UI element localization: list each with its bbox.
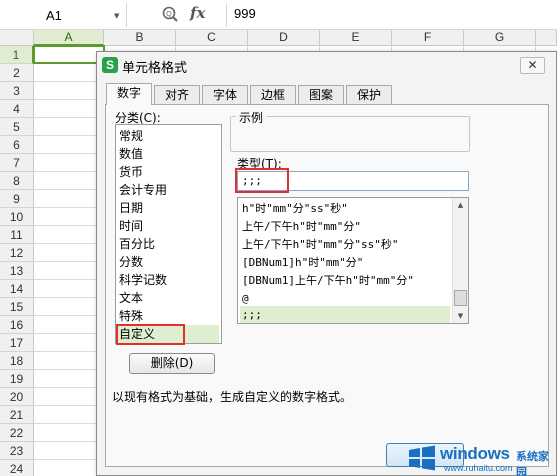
cell-reference[interactable]: A1 bbox=[46, 8, 62, 23]
tab-number[interactable]: 数字 bbox=[106, 83, 152, 105]
column-header-a[interactable]: A bbox=[34, 30, 104, 46]
watermark-url: www.ruhaitu.com bbox=[444, 463, 513, 473]
zoom-icon[interactable]: Q bbox=[162, 6, 178, 22]
row-header-8[interactable]: 8 bbox=[0, 172, 34, 190]
row-header-7[interactable]: 7 bbox=[0, 154, 34, 172]
tab-border[interactable]: 边框 bbox=[250, 85, 296, 104]
svg-text:Q: Q bbox=[166, 11, 172, 18]
row-header-6[interactable]: 6 bbox=[0, 136, 34, 154]
tab-font[interactable]: 字体 bbox=[202, 85, 248, 104]
watermark: windows 系统家园 www.ruhaitu.com bbox=[404, 436, 557, 476]
sample-label: 示例 bbox=[236, 109, 267, 126]
category-item[interactable]: 会计专用 bbox=[118, 181, 219, 199]
column-header-b[interactable]: B bbox=[104, 30, 176, 46]
active-cell[interactable] bbox=[33, 45, 105, 64]
row-header-3[interactable]: 3 bbox=[0, 82, 34, 100]
category-item[interactable]: 分数 bbox=[118, 253, 219, 271]
category-item[interactable]: 日期 bbox=[118, 199, 219, 217]
format-item[interactable]: 上午/下午h"时"mm"分" bbox=[240, 218, 450, 236]
row-header-5[interactable]: 5 bbox=[0, 118, 34, 136]
row-header-10[interactable]: 10 bbox=[0, 208, 34, 226]
number-tab-panel: 分类(C): 常规 数值 货币 会计专用 日期 时间 百分比 分数 科学记数 文… bbox=[105, 104, 549, 467]
row-header-13[interactable]: 13 bbox=[0, 262, 34, 280]
close-button[interactable]: ✕ bbox=[520, 57, 545, 74]
row-header-24[interactable]: 24 bbox=[0, 460, 34, 476]
category-item[interactable]: 数值 bbox=[118, 145, 219, 163]
row-header-2[interactable]: 2 bbox=[0, 64, 34, 82]
select-all-corner[interactable] bbox=[0, 30, 34, 46]
formula-input[interactable]: 999 bbox=[234, 6, 256, 21]
category-item[interactable]: 常规 bbox=[118, 127, 219, 145]
row-header-17[interactable]: 17 bbox=[0, 334, 34, 352]
column-header-f[interactable]: F bbox=[392, 30, 464, 46]
category-list[interactable]: 常规 数值 货币 会计专用 日期 时间 百分比 分数 科学记数 文本 特殊 自定… bbox=[115, 124, 222, 344]
type-input-highlight bbox=[235, 168, 289, 193]
column-header-d[interactable]: D bbox=[248, 30, 320, 46]
watermark-sub: 系统家园 bbox=[516, 450, 549, 476]
row-header-23[interactable]: 23 bbox=[0, 442, 34, 460]
row-header-14[interactable]: 14 bbox=[0, 280, 34, 298]
row-header-16[interactable]: 16 bbox=[0, 316, 34, 334]
format-list-scrollbar[interactable]: ▲ ▼ bbox=[452, 198, 468, 323]
function-icon[interactable]: fx bbox=[190, 4, 205, 22]
scroll-down-icon[interactable]: ▼ bbox=[453, 309, 468, 323]
column-header-e[interactable]: E bbox=[320, 30, 392, 46]
column-header-c[interactable]: C bbox=[176, 30, 248, 46]
format-list[interactable]: h"时"mm"分"ss"秒" 上午/下午h"时"mm"分" 上午/下午h"时"m… bbox=[237, 197, 469, 324]
tab-pattern[interactable]: 图案 bbox=[298, 85, 344, 104]
delete-button[interactable]: 删除(D) bbox=[129, 353, 215, 374]
scroll-thumb[interactable] bbox=[454, 290, 467, 306]
chevron-down-icon[interactable]: ▼ bbox=[114, 12, 119, 20]
row-header-20[interactable]: 20 bbox=[0, 388, 34, 406]
row-header-21[interactable]: 21 bbox=[0, 406, 34, 424]
dialog-title: 单元格格式 bbox=[122, 61, 188, 76]
dialog-titlebar[interactable]: S 单元格格式 ✕ bbox=[97, 52, 556, 79]
format-item-selected[interactable]: ;;; bbox=[240, 306, 450, 323]
category-item[interactable]: 特殊 bbox=[118, 307, 219, 325]
row-header-1[interactable]: 1 bbox=[0, 46, 34, 64]
column-header-partial[interactable] bbox=[536, 30, 557, 46]
category-item[interactable]: 百分比 bbox=[118, 235, 219, 253]
custom-category-highlight bbox=[116, 324, 185, 345]
row-header-18[interactable]: 18 bbox=[0, 352, 34, 370]
format-item[interactable]: [DBNum1]上午/下午h"时"mm"分" bbox=[240, 272, 450, 290]
watermark-brand: windows bbox=[440, 444, 510, 463]
category-item[interactable]: 文本 bbox=[118, 289, 219, 307]
row-header-11[interactable]: 11 bbox=[0, 226, 34, 244]
format-item[interactable]: 上午/下午h"时"mm"分"ss"秒" bbox=[240, 236, 450, 254]
wps-app-icon: S bbox=[102, 57, 118, 73]
row-header-9[interactable]: 9 bbox=[0, 190, 34, 208]
column-header-g[interactable]: G bbox=[464, 30, 536, 46]
formula-bar: A1 ▼ Q fx 999 bbox=[0, 0, 557, 30]
row-header-4[interactable]: 4 bbox=[0, 100, 34, 118]
row-header-12[interactable]: 12 bbox=[0, 244, 34, 262]
windows-logo-icon bbox=[409, 445, 435, 471]
scroll-up-icon[interactable]: ▲ bbox=[453, 198, 468, 212]
row-header-22[interactable]: 22 bbox=[0, 424, 34, 442]
format-item[interactable]: [DBNum1]h"时"mm"分" bbox=[240, 254, 450, 272]
category-item[interactable]: 时间 bbox=[118, 217, 219, 235]
formula-separator bbox=[226, 3, 227, 27]
row-header-15[interactable]: 15 bbox=[0, 298, 34, 316]
format-item[interactable]: h"时"mm"分"ss"秒" bbox=[240, 200, 450, 218]
tab-protection[interactable]: 保护 bbox=[346, 85, 392, 104]
format-description: 以现有格式为基础，生成自定义的数字格式。 bbox=[112, 390, 353, 404]
tab-alignment[interactable]: 对齐 bbox=[154, 85, 200, 104]
name-box[interactable]: A1 ▼ bbox=[0, 3, 127, 27]
row-header-19[interactable]: 19 bbox=[0, 370, 34, 388]
format-cells-dialog: S 单元格格式 ✕ 数字 对齐 字体 边框 图案 保护 分类(C): 常规 数值… bbox=[96, 51, 557, 476]
category-item[interactable]: 科学记数 bbox=[118, 271, 219, 289]
category-item[interactable]: 货币 bbox=[118, 163, 219, 181]
